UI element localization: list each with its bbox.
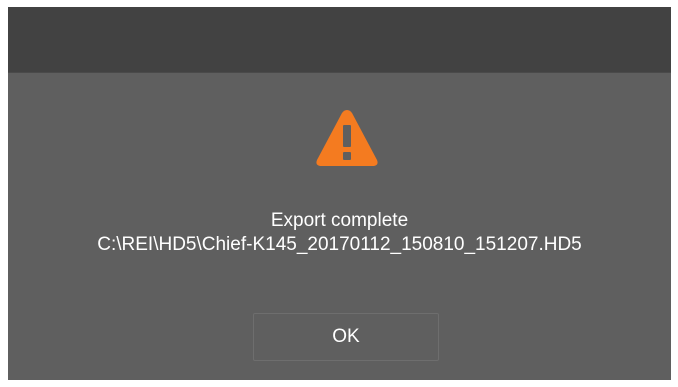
warning-icon (316, 110, 378, 166)
ok-button[interactable]: OK (253, 313, 439, 361)
dialog-message: Export complete C:\REI\HD5\Chief-K145_20… (8, 209, 671, 257)
export-dialog: Export complete C:\REI\HD5\Chief-K145_20… (8, 7, 671, 380)
dialog-titlebar[interactable] (8, 7, 671, 73)
message-title: Export complete (270, 210, 409, 231)
message-file-path: C:\REI\HD5\Chief-K145_20170112_150810_15… (97, 234, 582, 255)
